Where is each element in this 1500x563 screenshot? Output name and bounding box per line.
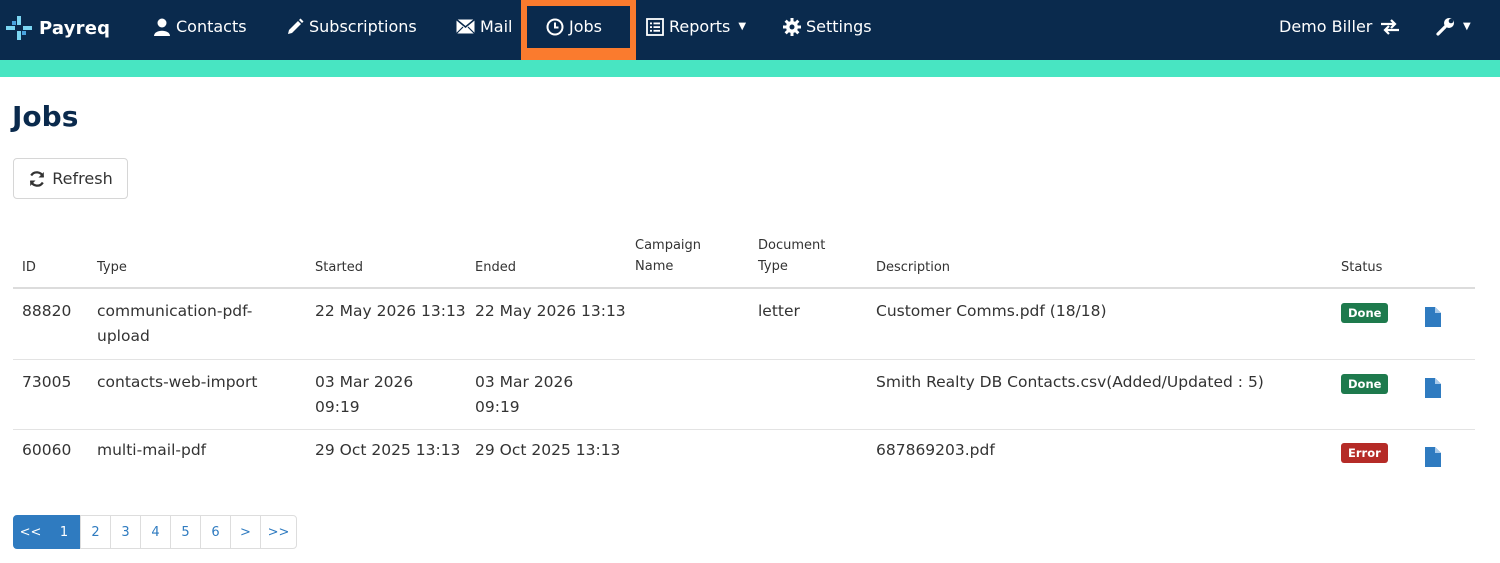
pagination-page-3[interactable]: 3 [110, 515, 141, 549]
header-id[interactable]: ID [22, 257, 36, 278]
file-icon[interactable] [1425, 307, 1441, 327]
pagination-last[interactable]: >> [260, 515, 297, 549]
cell-started: 03 Mar 2026 09:19 [315, 370, 413, 420]
nav-reports[interactable]: Reports ▼ [646, 17, 746, 36]
nav-mail-label: Mail [480, 17, 513, 36]
status-badge: Done [1341, 303, 1389, 323]
pagination: << 1 2 3 4 5 6 > >> [13, 515, 297, 549]
header-doctype-line1: Document [758, 238, 826, 253]
user-icon [154, 18, 170, 36]
page-title: Jobs [12, 100, 79, 133]
cell-type: multi-mail-pdf [97, 441, 207, 459]
top-navbar: Payreq Contacts Subscriptions Mail Jobs [0, 0, 1500, 60]
refresh-label: Refresh [52, 169, 113, 188]
cell-id: 73005 [22, 373, 72, 391]
brand-name: Payreq [39, 17, 111, 39]
accent-bar [0, 60, 1500, 77]
pencil-icon [288, 18, 304, 34]
cell-type: communication-pdf- upload [97, 299, 252, 349]
nav-settings-label: Settings [806, 17, 872, 36]
clock-icon [546, 18, 564, 35]
cell-started: 29 Oct 2025 13:13 [315, 441, 461, 459]
nav-contacts-label: Contacts [176, 17, 247, 36]
pagination-next[interactable]: > [230, 515, 261, 549]
nav-subscriptions-label: Subscriptions [309, 17, 417, 36]
brand[interactable]: Payreq [6, 16, 110, 40]
cell-description: Customer Comms.pdf (18/18) [876, 302, 1107, 320]
account-name: Demo Biller [1279, 17, 1373, 36]
row-divider [13, 359, 1475, 360]
nav-settings[interactable]: Settings [783, 17, 872, 36]
header-campaign-line2: Name [635, 259, 674, 274]
header-type[interactable]: Type [97, 257, 127, 278]
gear-icon [783, 17, 801, 36]
file-icon[interactable] [1425, 447, 1441, 467]
refresh-icon [30, 170, 45, 187]
cell-ended: 03 Mar 2026 09:19 [475, 370, 573, 420]
cell-description: 687869203.pdf [876, 441, 995, 459]
nav-contacts[interactable]: Contacts [153, 17, 247, 36]
status-badge: Done [1341, 374, 1389, 394]
header-description[interactable]: Description [876, 257, 950, 278]
pagination-page-2[interactable]: 2 [80, 515, 111, 549]
wrench-icon [1436, 18, 1454, 36]
header-campaign-name[interactable]: Campaign Name [635, 235, 701, 277]
cell-started: 22 May 2026 13:13 [315, 302, 466, 320]
swap-icon [1381, 18, 1400, 35]
cell-type-line1: communication-pdf- [97, 302, 253, 320]
file-icon[interactable] [1425, 378, 1441, 398]
cell-started-date: 03 Mar 2026 [315, 373, 414, 391]
list-icon [646, 17, 664, 36]
cell-started-time: 09:19 [315, 398, 360, 416]
header-started[interactable]: Started [315, 257, 363, 278]
pagination-first[interactable]: << [13, 515, 48, 549]
cell-id: 88820 [22, 302, 72, 320]
nav-jobs-label: Jobs [569, 17, 602, 36]
cell-id: 60060 [22, 441, 72, 459]
status-badge: Error [1341, 443, 1388, 463]
cell-ended-time: 09:19 [475, 398, 520, 416]
payreq-logo [6, 16, 32, 40]
nav-jobs[interactable]: Jobs [546, 17, 602, 36]
caret-down-icon: ▼ [738, 21, 747, 32]
pagination-page-6[interactable]: 6 [200, 515, 231, 549]
refresh-button[interactable]: Refresh [13, 158, 128, 199]
nav-mail[interactable]: Mail [456, 17, 513, 36]
row-divider [13, 429, 1475, 430]
tools-menu[interactable]: ▼ [1436, 17, 1471, 36]
cell-ended: 22 May 2026 13:13 [475, 302, 626, 320]
header-status[interactable]: Status [1341, 257, 1382, 278]
header-ended[interactable]: Ended [475, 257, 516, 278]
nav-subscriptions[interactable]: Subscriptions [286, 17, 417, 36]
header-document-type[interactable]: Document Type [758, 235, 825, 277]
cell-description: Smith Realty DB Contacts.csv(Added/Updat… [876, 373, 1264, 391]
cell-ended-date: 03 Mar 2026 [475, 373, 574, 391]
pagination-page-5[interactable]: 5 [170, 515, 201, 549]
header-campaign-line1: Campaign [635, 238, 702, 253]
cell-type-line2: upload [97, 327, 150, 345]
caret-down-icon: ▼ [1463, 21, 1471, 32]
nav-reports-label: Reports [669, 17, 731, 36]
header-doctype-line2: Type [758, 259, 788, 274]
pagination-page-1[interactable]: 1 [47, 515, 81, 549]
cell-document-type: letter [758, 302, 800, 320]
envelope-icon [456, 19, 475, 34]
account-switcher[interactable]: Demo Biller [1279, 17, 1400, 36]
cell-ended: 29 Oct 2025 13:13 [475, 441, 621, 459]
header-divider [13, 287, 1475, 289]
cell-type: contacts-web-import [97, 373, 258, 391]
pagination-page-4[interactable]: 4 [140, 515, 171, 549]
